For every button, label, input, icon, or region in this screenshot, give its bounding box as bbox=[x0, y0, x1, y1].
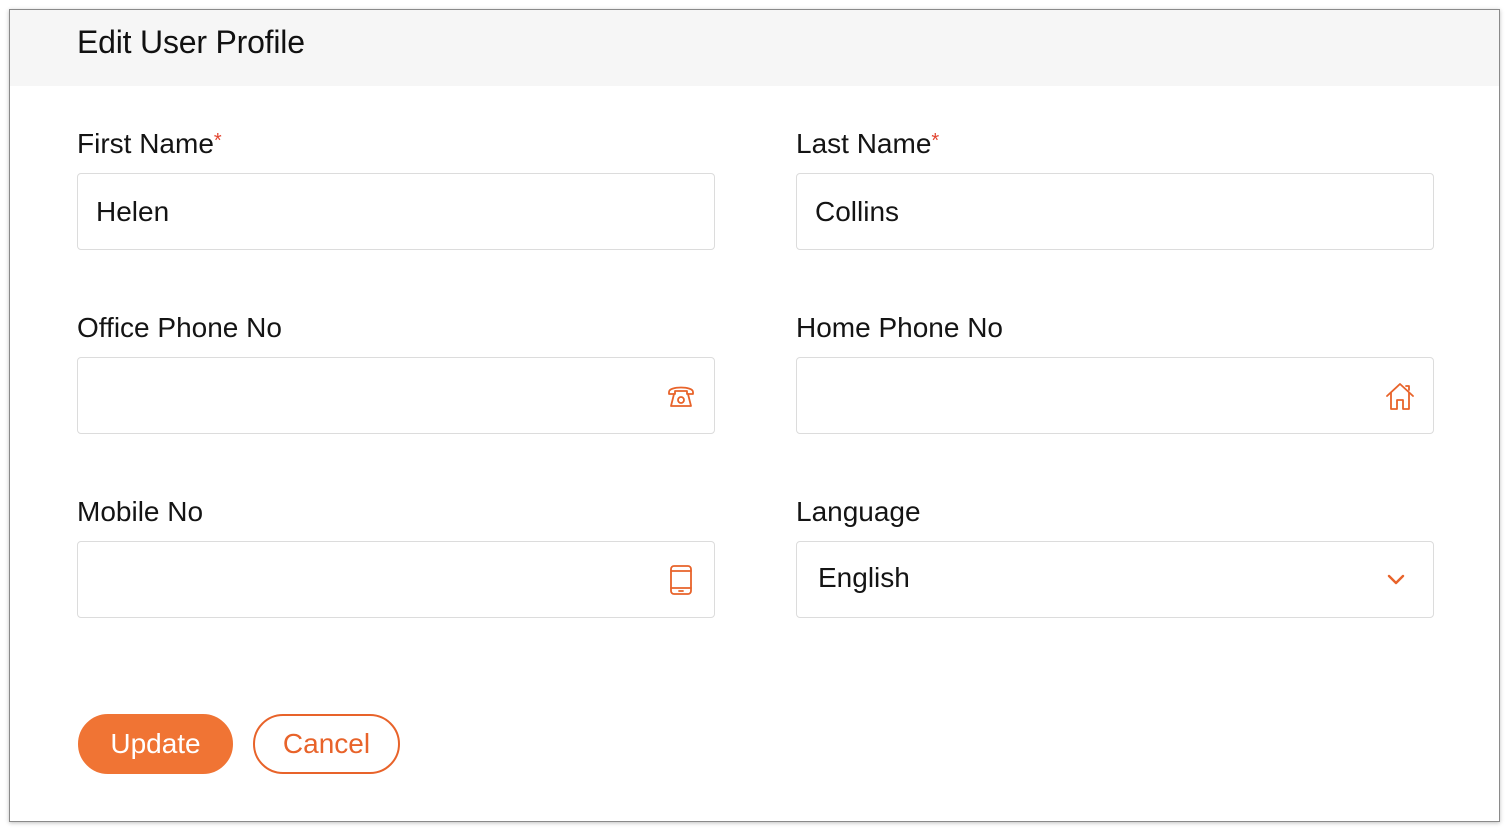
required-mark: * bbox=[931, 130, 940, 152]
language-selected-value: English bbox=[818, 562, 910, 593]
dialog-title: Edit User Profile bbox=[77, 24, 305, 60]
mobile-input[interactable] bbox=[78, 542, 714, 617]
language-label: Language bbox=[796, 496, 921, 527]
last-name-label: Last Name* bbox=[796, 128, 939, 160]
telephone-icon bbox=[668, 386, 694, 407]
dialog-header: Edit User Profile bbox=[10, 10, 1499, 86]
first-name-field[interactable] bbox=[77, 173, 715, 250]
last-name-field[interactable] bbox=[796, 173, 1434, 250]
home-icon bbox=[1386, 383, 1414, 410]
mobile-field[interactable] bbox=[77, 541, 715, 618]
last-name-label-text: Last Name bbox=[796, 128, 932, 159]
edit-user-profile-dialog: Edit User Profile First Name* Last Name*… bbox=[9, 9, 1500, 822]
last-name-input[interactable] bbox=[797, 174, 1433, 249]
office-phone-input[interactable] bbox=[78, 358, 714, 433]
first-name-label-text: First Name bbox=[77, 128, 214, 159]
update-button[interactable]: Update bbox=[78, 714, 233, 774]
office-phone-field[interactable] bbox=[77, 357, 715, 434]
first-name-input[interactable] bbox=[78, 174, 714, 249]
mobile-phone-icon bbox=[670, 565, 692, 595]
cancel-button[interactable]: Cancel bbox=[253, 714, 400, 774]
required-mark: * bbox=[213, 130, 222, 152]
first-name-label: First Name* bbox=[77, 128, 222, 160]
mobile-label: Mobile No bbox=[77, 496, 204, 527]
home-phone-field[interactable] bbox=[796, 357, 1434, 434]
home-phone-label: Home Phone No bbox=[796, 312, 1004, 343]
language-select[interactable]: English bbox=[796, 541, 1434, 618]
chevron-down-icon[interactable] bbox=[1381, 564, 1411, 596]
office-phone-label: Office Phone No bbox=[77, 312, 282, 343]
home-phone-input[interactable] bbox=[797, 358, 1433, 433]
